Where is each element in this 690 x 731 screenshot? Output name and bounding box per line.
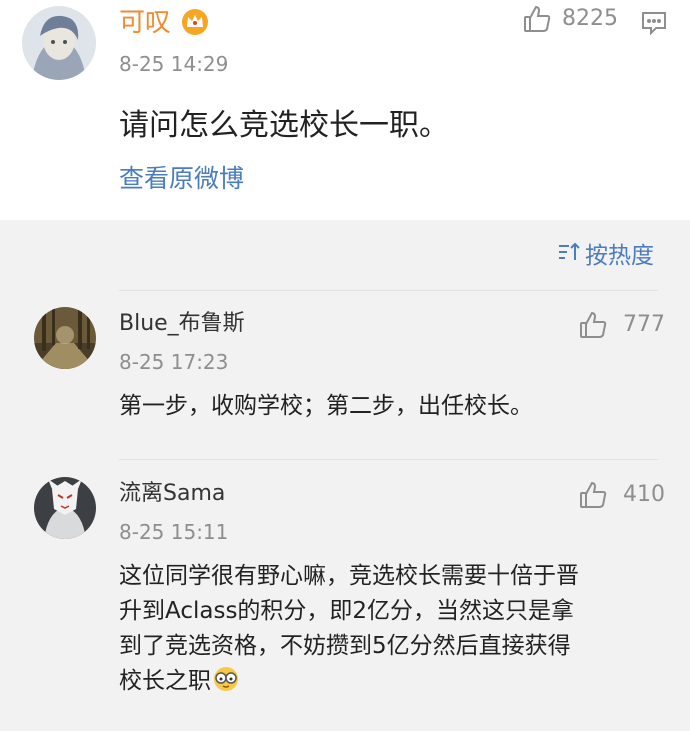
- thumbs-up-icon: [578, 310, 608, 344]
- comment-text-line: 到了竞选资格，不妨攒到5亿分然后直接获得: [119, 633, 571, 659]
- comment-text-line: 这位同学很有野心嘛，竞选校长需要十倍于晋: [119, 563, 579, 589]
- post-text: 请问怎么竞选校长一职。: [119, 108, 449, 143]
- view-original-link[interactable]: 查看原微博: [119, 162, 244, 196]
- author-avatar[interactable]: [22, 6, 96, 80]
- author-name[interactable]: 可叹: [119, 6, 171, 40]
- sort-icon: [557, 240, 581, 272]
- thumbs-up-icon: [522, 4, 552, 38]
- comment-like-count: 777: [623, 312, 665, 337]
- comment-like-count: 410: [623, 482, 665, 507]
- comment-time: 8-25 17:23: [119, 350, 229, 374]
- comment-text: 第一步，收购学校；第二步，出任校长。: [119, 393, 533, 419]
- post-card: 可叹 8-25 14:29 8225 请问怎么竞选校长一职。 查看原微博: [0, 0, 690, 220]
- commenter-name[interactable]: 流离Sama: [119, 479, 225, 509]
- commenter-avatar[interactable]: [34, 307, 96, 369]
- comment-text-line: 升到Aclass的积分，即2亿分，当然这只是拿: [119, 598, 575, 624]
- commenter-name[interactable]: Blue_布鲁斯: [119, 309, 245, 339]
- thumbs-up-icon: [578, 480, 608, 514]
- crown-icon: [180, 8, 210, 36]
- sort-button[interactable]: 按热度: [557, 240, 654, 272]
- commenter-avatar[interactable]: [34, 477, 96, 539]
- post-like-count: 8225: [562, 6, 618, 31]
- glasses-emoji-icon: [213, 666, 239, 702]
- divider: [119, 290, 658, 291]
- comment-time: 8-25 15:11: [119, 520, 229, 544]
- sort-label: 按热度: [585, 243, 654, 269]
- divider: [119, 459, 658, 460]
- post-time: 8-25 14:29: [119, 52, 229, 76]
- comment-text-line-last: 校长之职: [119, 665, 664, 702]
- comment-icon[interactable]: [640, 10, 668, 36]
- comment-text-line: 校长之职: [119, 668, 211, 694]
